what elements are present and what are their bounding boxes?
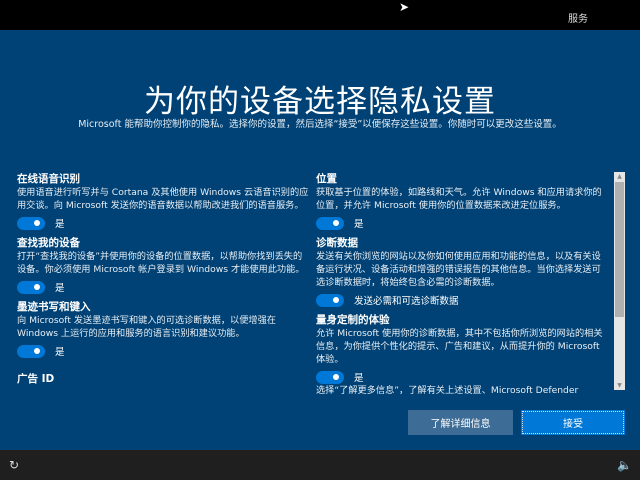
find-device-toggle[interactable] [17,281,45,294]
setting-description: 获取基于位置的体验，如路线和天气。允许 Windows 和应用请求你的位置，并允… [316,186,608,212]
mouse-cursor-icon: ➤ [399,0,409,14]
scrollbar-thumb[interactable] [615,182,624,317]
toggle-label: 是 [354,370,364,384]
setting-tailored-experiences: 量身定制的体验 允许 Microsoft 使用你的诊断数据，其中不包括你所浏览的… [316,313,608,384]
scroll-up-icon[interactable]: ▲ [614,173,625,180]
location-toggle[interactable] [316,217,344,230]
setting-description: 允许 Microsoft 使用你的诊断数据，其中不包括你所浏览的网站的相关信息，… [316,327,608,366]
accept-button[interactable]: 接受 [521,410,625,435]
setting-location: 位置 获取基于位置的体验，如路线和天气。允许 Windows 和应用请求你的位置… [316,172,608,230]
left-settings-column: 在线语音识别 使用语音进行听写并与 Cortana 及其他使用 Windows … [17,172,309,392]
toggle-label: 是 [354,216,364,230]
toggle-label: 发送必需和可选诊断数据 [354,293,459,307]
footer-note-clipped: 选择“了解更多信息”，了解有关上述设置、Microsoft Defender [316,384,608,394]
scrollbar[interactable]: ▲ ▼ [614,172,625,390]
setting-heading: 查找我的设备 [17,236,309,250]
toggle-label: 是 [55,280,65,294]
setting-diagnostic-data: 诊断数据 发送有关你浏览的网站以及你如何使用应用和功能的信息，以及有关设备运行状… [316,236,608,307]
scroll-down-icon[interactable]: ▼ [614,382,625,389]
top-bar: 服务 [0,0,640,30]
speech-toggle[interactable] [17,217,45,230]
setting-heading: 墨迹书写和键入 [17,300,309,314]
services-label: 服务 [568,10,588,25]
setting-description: 向 Microsoft 发送墨迹书写和键入的可选诊断数据，以便增强在 Windo… [17,314,309,340]
learn-more-button[interactable]: 了解详细信息 [408,410,513,435]
setting-heading: 量身定制的体验 [316,313,608,327]
tailored-toggle[interactable] [316,371,344,384]
right-settings-column: 位置 获取基于位置的体验，如路线和天气。允许 Windows 和应用请求你的位置… [316,172,608,390]
setting-online-speech: 在线语音识别 使用语音进行听写并与 Cortana 及其他使用 Windows … [17,172,309,230]
setting-description: 使用语音进行听写并与 Cortana 及其他使用 Windows 云语音识别的应… [17,186,309,212]
setting-heading: 位置 [316,172,608,186]
diagnostic-toggle[interactable] [316,294,344,307]
setting-inking-typing: 墨迹书写和键入 向 Microsoft 发送墨迹书写和键入的可选诊断数据，以便增… [17,300,309,358]
page-subtitle: Microsoft 能帮助你控制你的隐私。选择你的设置，然后选择“接受”以便保存… [0,116,640,130]
volume-icon[interactable]: 🔈 [617,458,632,472]
inking-toggle[interactable] [17,345,45,358]
setting-heading: 在线语音识别 [17,172,309,186]
setting-description: 打开“查找我的设备”并使用你的设备的位置数据，以帮助你找到丢失的设备。你必须使用… [17,250,309,276]
setting-description: 发送有关你浏览的网站以及你如何使用应用和功能的信息，以及有关设备运行状况、设备活… [316,250,608,289]
setting-heading: 广告 ID [17,372,309,386]
setting-find-my-device: 查找我的设备 打开“查找我的设备”并使用你的设备的位置数据，以帮助你找到丢失的设… [17,236,309,294]
bottom-bar [0,450,640,480]
toggle-label: 是 [55,344,65,358]
setting-advertising-id: 广告 ID [17,372,309,386]
page-title: 为你的设备选择隐私设置 [0,76,640,121]
setting-heading: 诊断数据 [316,236,608,250]
ease-of-access-icon[interactable]: ↻ [9,458,19,472]
toggle-label: 是 [55,216,65,230]
